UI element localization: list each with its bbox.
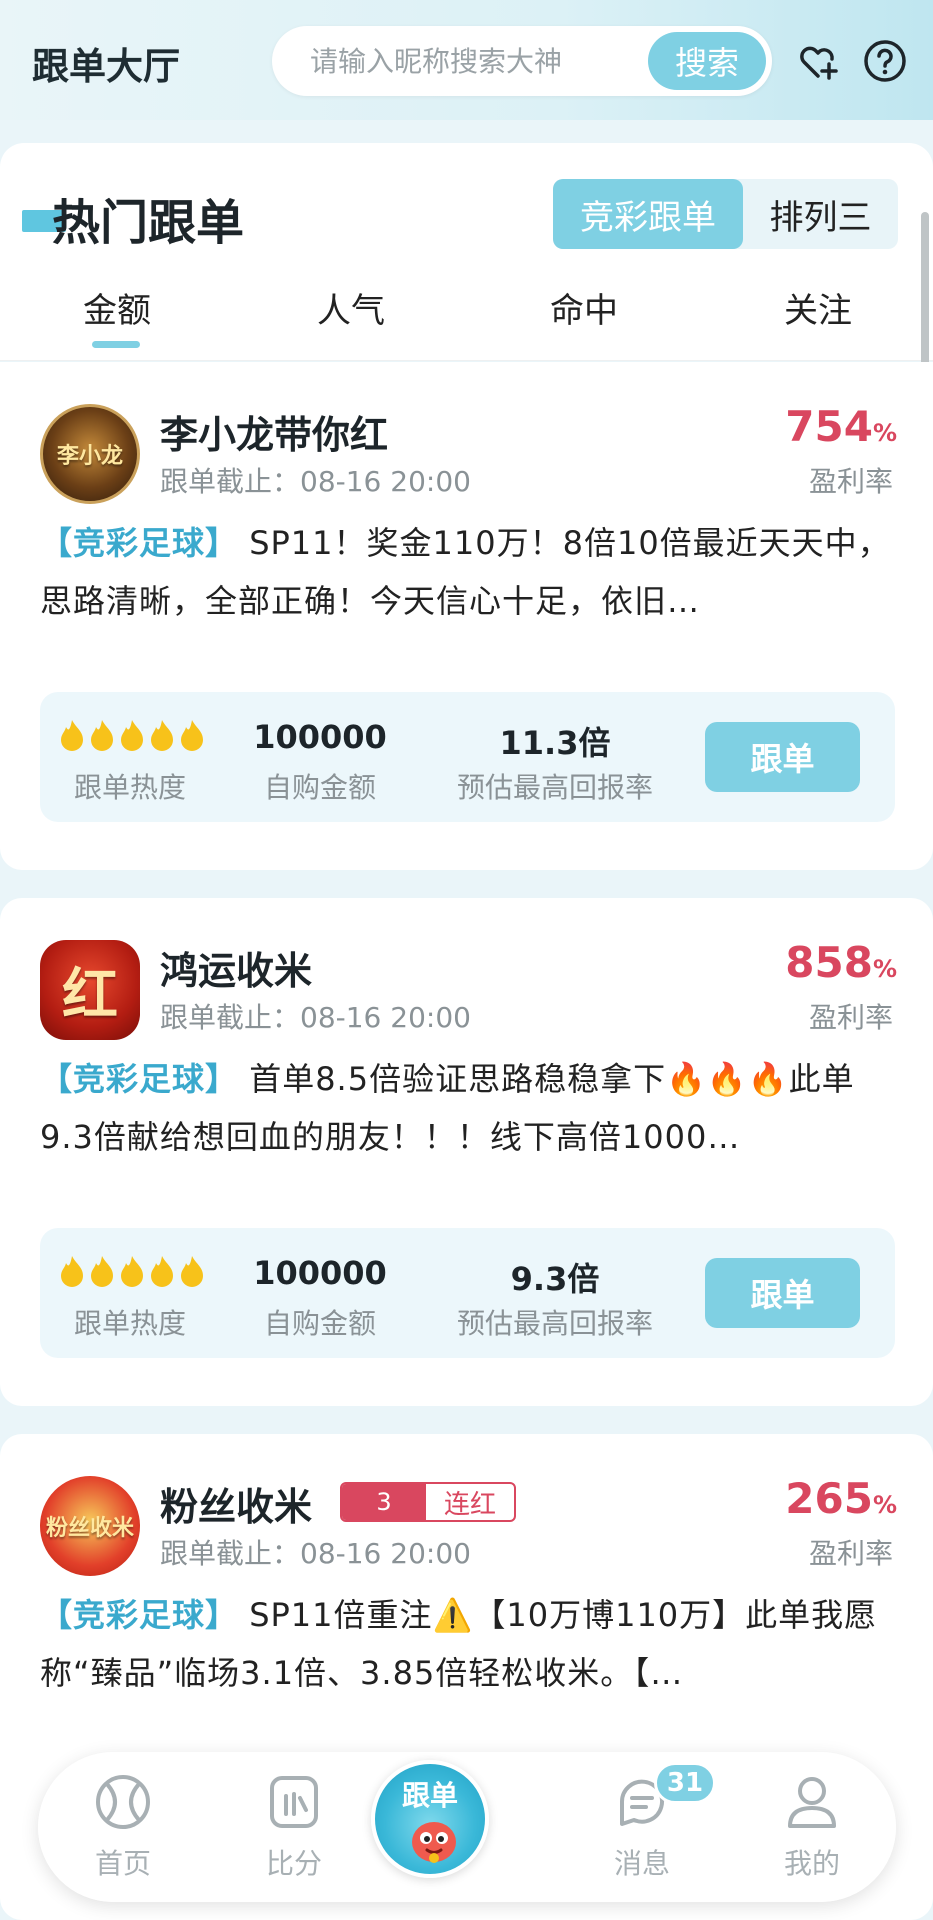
type-switch: 竞彩跟单 排列三 [553, 179, 898, 249]
profit-rate: 754% [785, 402, 897, 451]
flame-icon [91, 1256, 113, 1287]
profit-label: 盈利率 [808, 1001, 893, 1034]
mascot-icon [412, 1822, 456, 1863]
return-rate-label: 预估最高回报率 [456, 771, 653, 804]
profit-rate-unit: % [872, 419, 897, 447]
sort-tab-follow[interactable]: 关注 [738, 283, 898, 332]
flame-icon [121, 720, 143, 751]
heat-flames [58, 718, 206, 752]
unread-badge: 31 [654, 1762, 716, 1804]
ball-icon [96, 1775, 150, 1829]
sort-tab-indicator [92, 341, 140, 348]
amount-value: 100000 [253, 1254, 387, 1292]
tab-jingcai[interactable]: 竞彩跟单 [553, 179, 743, 249]
lottery-tag: 【竞彩足球】 [40, 1060, 239, 1098]
flame-icon [181, 720, 203, 751]
user-name[interactable]: 粉丝收米 [160, 1476, 312, 1531]
profit-rate-unit: % [872, 955, 897, 983]
amount-value: 100000 [253, 718, 387, 756]
avatar-text: 李小龙 [56, 443, 123, 469]
follow-card[interactable]: 红 鸿运收米 跟单截止：08-16 20:00 858% 盈利率 【竞彩足球】 … [0, 898, 933, 1406]
heat-flames [58, 1254, 206, 1288]
avatar[interactable]: 李小龙 [40, 404, 140, 504]
user-name[interactable]: 李小龙带你红 [160, 404, 388, 459]
nav-item-profile[interactable]: 我的 [752, 1772, 872, 1882]
section-title: 热门跟单 [52, 195, 245, 251]
help-icon[interactable] [862, 38, 908, 84]
deadline-text: 跟单截止：08-16 20:00 [160, 1537, 471, 1570]
flame-icon [151, 1256, 173, 1287]
stats-box: 跟单热度 100000 自购金额 11.3倍 预估最高回报率 跟单 [40, 692, 895, 822]
hot-section: 热门跟单 竞彩跟单 排列三 金额 人气 命中 关注 [0, 143, 933, 361]
streak-label: 连红 [443, 1489, 496, 1520]
nav-item-home[interactable]: 首页 [63, 1772, 183, 1882]
flame-icon [181, 1256, 203, 1287]
deadline-text: 跟单截止：08-16 20:00 [160, 465, 471, 498]
search-input[interactable] [310, 26, 610, 96]
avatar[interactable]: 粉丝收米 [40, 1476, 140, 1576]
profit-rate-unit: % [872, 1491, 897, 1519]
sort-tab-popularity[interactable]: 人气 [271, 283, 431, 332]
flame-icon [61, 720, 83, 751]
card-description[interactable]: 【竞彩足球】 SP11！奖金110万！8倍10倍最近天天中，思路清晰，全部正确！… [40, 514, 895, 630]
profit-rate-value: 754 [785, 402, 873, 451]
heart-plus-icon[interactable] [795, 38, 841, 84]
card-description[interactable]: 【竞彩足球】 SP11倍重注⚠️【10万博110万】此单我愿称“臻品”临场3.1… [40, 1586, 895, 1702]
page-title: 跟单大厅 [32, 45, 180, 88]
lottery-tag: 【竞彩足球】 [40, 1596, 239, 1634]
avatar-text: 红 [62, 961, 118, 1028]
return-rate-label: 预估最高回报率 [456, 1307, 653, 1340]
follow-button[interactable]: 跟单 [705, 722, 860, 792]
sort-tab-amount[interactable]: 金额 [37, 283, 197, 332]
user-name[interactable]: 鸿运收米 [160, 940, 312, 995]
tab-pailie3[interactable]: 排列三 [743, 179, 898, 249]
return-rate-value: 9.3倍 [510, 1260, 600, 1298]
flame-icon [151, 720, 173, 751]
lottery-tag: 【竞彩足球】 [40, 524, 239, 562]
amount-label: 自购金额 [263, 771, 376, 804]
profit-rate-value: 265 [785, 1474, 873, 1523]
heat-label: 跟单热度 [73, 1307, 186, 1340]
return-rate-value: 11.3倍 [499, 724, 611, 762]
streak-badge: 3 连红 [340, 1482, 516, 1522]
profile-icon [788, 1777, 836, 1828]
profit-label: 盈利率 [808, 1537, 893, 1570]
nav-label-messages: 消息 [613, 1847, 670, 1880]
follow-card[interactable]: 李小龙 李小龙带你红 跟单截止：08-16 20:00 754% 盈利率 【竞彩… [0, 362, 933, 870]
avatar-text: 粉丝收米 [45, 1515, 134, 1541]
sort-tab-hit[interactable]: 命中 [504, 283, 664, 332]
stats-box: 跟单热度 100000 自购金额 9.3倍 预估最高回报率 跟单 [40, 1228, 895, 1358]
app-header: 跟单大厅 搜索 [0, 0, 933, 120]
scoreboard-icon [270, 1776, 318, 1828]
nav-label-score: 比分 [265, 1847, 322, 1880]
follow-button[interactable]: 跟单 [705, 1258, 860, 1328]
flame-icon [121, 1256, 143, 1287]
profit-rate: 858% [785, 938, 897, 987]
profit-label: 盈利率 [808, 465, 893, 498]
streak-count: 3 [342, 1484, 426, 1520]
search-button[interactable]: 搜索 [648, 32, 766, 90]
search-box[interactable]: 搜索 [272, 26, 772, 96]
flame-icon [91, 720, 113, 751]
avatar[interactable]: 红 [40, 940, 140, 1040]
profit-rate-value: 858 [785, 938, 873, 987]
nav-item-follow[interactable]: 跟单 [371, 1760, 489, 1878]
nav-label-home: 首页 [94, 1847, 151, 1880]
amount-label: 自购金额 [263, 1307, 376, 1340]
heat-label: 跟单热度 [73, 771, 186, 804]
profit-rate: 265% [785, 1474, 897, 1523]
nav-item-score[interactable]: 比分 [234, 1772, 354, 1882]
card-description[interactable]: 【竞彩足球】 首单8.5倍验证思路稳稳拿下🔥🔥🔥此单9.3倍献给想回血的朋友！！… [40, 1050, 895, 1166]
nav-label-profile: 我的 [783, 1847, 840, 1880]
flame-icon [61, 1256, 83, 1287]
deadline-text: 跟单截止：08-16 20:00 [160, 1001, 471, 1034]
